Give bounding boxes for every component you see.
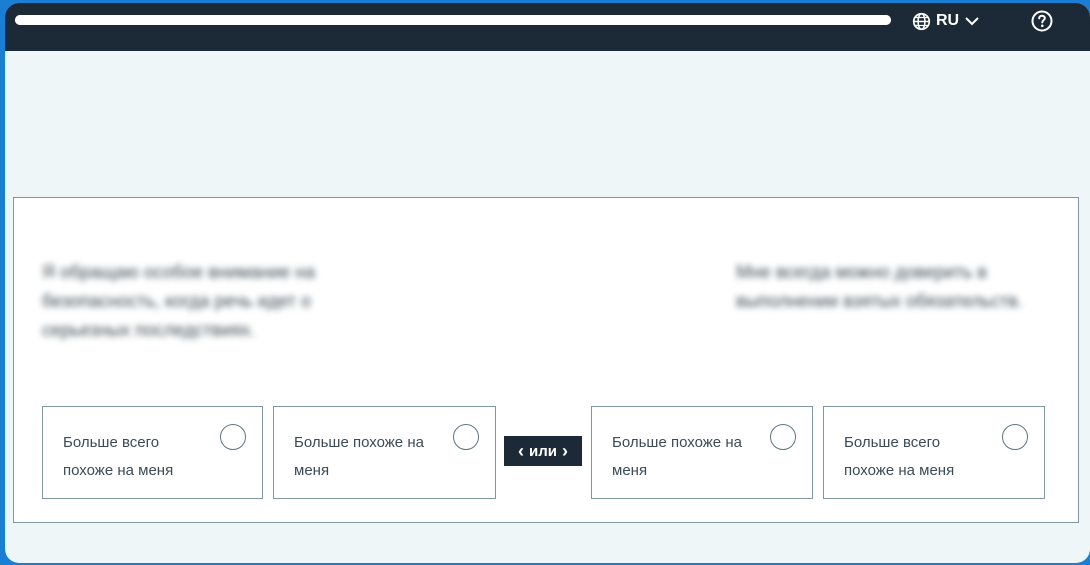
radio-button[interactable] [220,424,246,450]
app-frame: RU Я обращаю особое внимание на безопасн… [5,3,1090,563]
option-left-more[interactable]: Больше похоже на меня [273,406,496,499]
or-label: или [529,442,557,460]
radio-button[interactable] [453,424,479,450]
progress-bar [15,15,891,25]
option-label: Больше похоже на меня [294,434,424,479]
left-statement: Я обращаю особое внимание на безопасност… [42,262,316,340]
chevron-down-icon [964,13,980,29]
option-right-more[interactable]: Больше похоже на меня [591,406,813,499]
right-statement: Мне всегда можно доверить в выполнении в… [736,262,1023,311]
progress-bar-fill [15,15,891,25]
language-label: RU [936,12,960,29]
chevron-right-icon: › [561,441,568,461]
or-divider: ‹ или › [504,436,582,466]
option-label: Больше всего похоже на меня [844,434,955,479]
help-button[interactable] [1030,9,1054,33]
option-label: Больше всего похоже на меня [63,434,174,479]
top-bar: RU [5,3,1090,51]
question-card: Я обращаю особое внимание на безопасност… [13,197,1079,523]
option-label: Больше похоже на меня [612,434,742,479]
help-circle-icon [1030,10,1054,37]
globe-icon [912,12,931,31]
radio-button[interactable] [1002,424,1028,450]
language-selector[interactable]: RU [912,9,980,33]
radio-button[interactable] [770,424,796,450]
option-right-most[interactable]: Больше всего похоже на меня [823,406,1045,499]
option-left-most[interactable]: Больше всего похоже на меня [42,406,263,499]
chevron-left-icon: ‹ [518,441,524,461]
